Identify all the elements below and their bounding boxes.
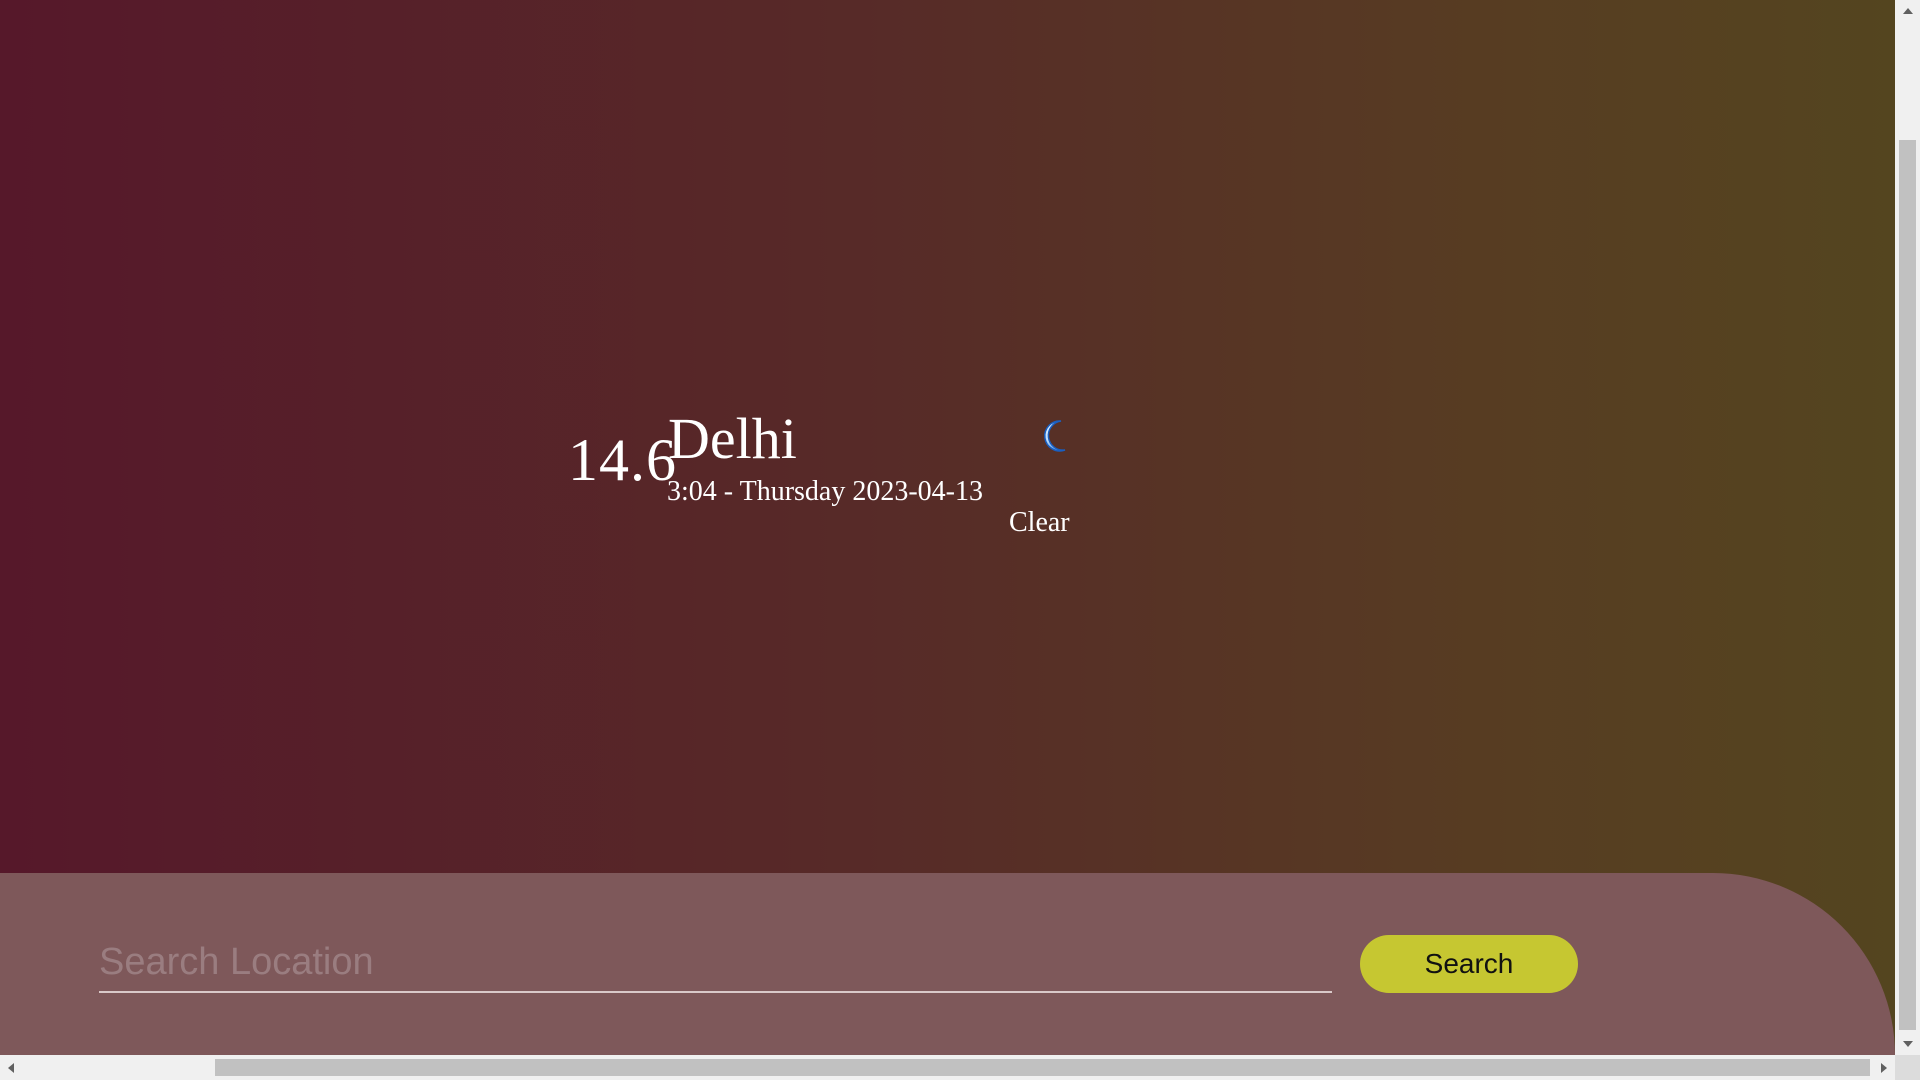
horizontal-scrollbar[interactable] [0,1055,1895,1080]
app-viewport: 14.6 Delhi 3:04 - Thursday 2023-04-13 Cl… [0,0,1895,1055]
moon-icon [1034,414,1078,458]
date-time: 3:04 - Thursday 2023-04-13 [667,476,983,507]
search-button[interactable]: Search [1360,935,1578,993]
search-input[interactable] [99,933,1332,993]
temperature: 14.6 [568,427,677,493]
scrollbar-corner [1895,1055,1920,1080]
scroll-right-arrow-icon[interactable] [1873,1055,1895,1080]
horizontal-scrollbar-thumb[interactable] [215,1059,1870,1076]
weather-condition: Clear [1009,507,1070,538]
scroll-left-arrow-icon[interactable] [0,1055,22,1080]
city-name: Delhi [668,406,797,471]
weather-display: 14.6 Delhi 3:04 - Thursday 2023-04-13 Cl… [568,410,1088,550]
vertical-scrollbar-thumb[interactable] [1899,140,1916,1030]
vertical-scrollbar[interactable] [1895,0,1920,1055]
scroll-up-arrow-icon[interactable] [1895,0,1920,22]
search-panel: Search [0,873,1895,1055]
scroll-down-arrow-icon[interactable] [1895,1033,1920,1055]
